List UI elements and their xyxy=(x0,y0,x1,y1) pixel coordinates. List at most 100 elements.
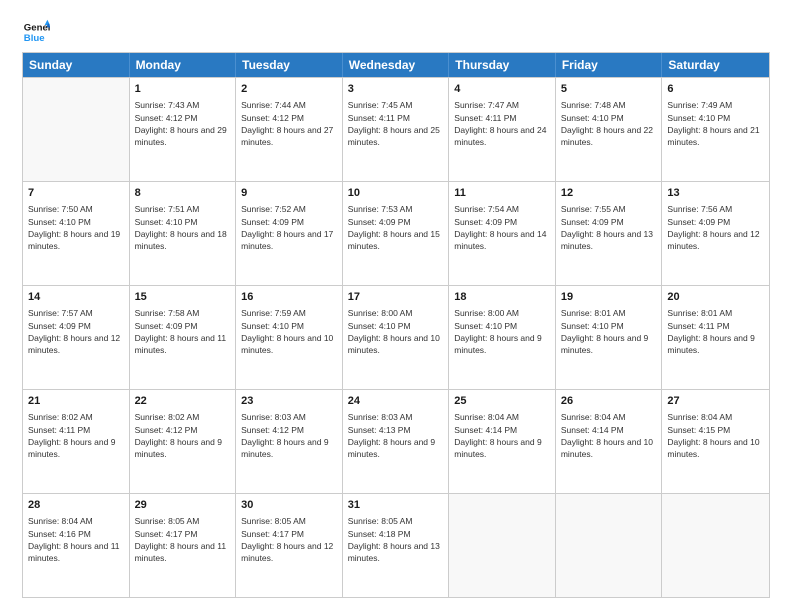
header-day-wednesday: Wednesday xyxy=(343,53,450,77)
day-number: 14 xyxy=(28,290,124,305)
day-number: 27 xyxy=(667,394,764,409)
cell-text: Sunrise: 8:04 AMSunset: 4:14 PMDaylight:… xyxy=(561,411,657,460)
day-number: 12 xyxy=(561,186,657,201)
cell-text: Sunrise: 7:58 AMSunset: 4:09 PMDaylight:… xyxy=(135,307,231,356)
day-number: 25 xyxy=(454,394,550,409)
calendar-cell-1-0: 7 Sunrise: 7:50 AMSunset: 4:10 PMDaylight… xyxy=(23,182,130,285)
day-number: 23 xyxy=(241,394,337,409)
cell-text: Sunrise: 7:44 AMSunset: 4:12 PMDaylight:… xyxy=(241,99,337,148)
cell-text: Sunrise: 7:43 AMSunset: 4:12 PMDaylight:… xyxy=(135,99,231,148)
calendar-cell-3-6: 27Sunrise: 8:04 AMSunset: 4:15 PMDayligh… xyxy=(662,390,769,493)
day-number: 22 xyxy=(135,394,231,409)
calendar-cell-2-1: 15 Sunrise: 7:58 AMSunset: 4:09 PMDayligh… xyxy=(130,286,237,389)
day-number: 15 xyxy=(135,290,231,305)
calendar-cell-2-5: 19Sunrise: 8:01 AMSunset: 4:10 PMDayligh… xyxy=(556,286,663,389)
day-number: 30 xyxy=(241,498,337,513)
calendar-cell-0-1: 1 Sunrise: 7:43 AMSunset: 4:12 PMDaylight… xyxy=(130,78,237,181)
day-number: 21 xyxy=(28,394,124,409)
cell-text: Sunrise: 7:55 AMSunset: 4:09 PMDaylight:… xyxy=(561,203,657,252)
calendar-cell-4-3: 31Sunrise: 8:05 AMSunset: 4:18 PMDayligh… xyxy=(343,494,450,597)
header: General Blue xyxy=(22,18,770,46)
calendar-cell-0-2: 2 Sunrise: 7:44 AMSunset: 4:12 PMDaylight… xyxy=(236,78,343,181)
calendar-cell-1-2: 9 Sunrise: 7:52 AMSunset: 4:09 PMDaylight… xyxy=(236,182,343,285)
cell-text: Sunrise: 8:03 AMSunset: 4:13 PMDaylight:… xyxy=(348,411,444,460)
cell-text: Sunrise: 8:05 AMSunset: 4:17 PMDaylight:… xyxy=(135,515,231,564)
day-number: 5 xyxy=(561,82,657,97)
day-number: 26 xyxy=(561,394,657,409)
calendar-cell-0-4: 4 Sunrise: 7:47 AMSunset: 4:11 PMDaylight… xyxy=(449,78,556,181)
calendar-row-1: 7 Sunrise: 7:50 AMSunset: 4:10 PMDaylight… xyxy=(23,181,769,285)
day-number: 13 xyxy=(667,186,764,201)
calendar-cell-0-0 xyxy=(23,78,130,181)
calendar: SundayMondayTuesdayWednesdayThursdayFrid… xyxy=(22,52,770,598)
day-number: 18 xyxy=(454,290,550,305)
calendar-cell-4-6 xyxy=(662,494,769,597)
cell-text: Sunrise: 8:00 AMSunset: 4:10 PMDaylight:… xyxy=(348,307,444,356)
cell-text: Sunrise: 8:05 AMSunset: 4:18 PMDaylight:… xyxy=(348,515,444,564)
cell-text: Sunrise: 8:02 AMSunset: 4:12 PMDaylight:… xyxy=(135,411,231,460)
cell-text: Sunrise: 8:04 AMSunset: 4:16 PMDaylight:… xyxy=(28,515,124,564)
cell-text: Sunrise: 7:49 AMSunset: 4:10 PMDaylight:… xyxy=(667,99,764,148)
day-number: 8 xyxy=(135,186,231,201)
cell-text: Sunrise: 7:54 AMSunset: 4:09 PMDaylight:… xyxy=(454,203,550,252)
logo-icon: General Blue xyxy=(22,18,50,46)
header-day-friday: Friday xyxy=(556,53,663,77)
header-day-monday: Monday xyxy=(130,53,237,77)
cell-text: Sunrise: 8:00 AMSunset: 4:10 PMDaylight:… xyxy=(454,307,550,356)
cell-text: Sunrise: 7:50 AMSunset: 4:10 PMDaylight:… xyxy=(28,203,124,252)
calendar-cell-1-6: 13 Sunrise: 7:56 AMSunset: 4:09 PMDayligh… xyxy=(662,182,769,285)
calendar-cell-3-1: 22 Sunrise: 8:02 AMSunset: 4:12 PMDayligh… xyxy=(130,390,237,493)
calendar-body: 1 Sunrise: 7:43 AMSunset: 4:12 PMDaylight… xyxy=(23,77,769,597)
calendar-header: SundayMondayTuesdayWednesdayThursdayFrid… xyxy=(23,53,769,77)
logo: General Blue xyxy=(22,18,54,46)
cell-text: Sunrise: 8:01 AMSunset: 4:11 PMDaylight:… xyxy=(667,307,764,356)
cell-text: Sunrise: 8:04 AMSunset: 4:14 PMDaylight:… xyxy=(454,411,550,460)
calendar-cell-2-4: 18 Sunrise: 8:00 AMSunset: 4:10 PMDayligh… xyxy=(449,286,556,389)
calendar-cell-4-0: 28 Sunrise: 8:04 AMSunset: 4:16 PMDayligh… xyxy=(23,494,130,597)
calendar-cell-3-0: 21 Sunrise: 8:02 AMSunset: 4:11 PMDayligh… xyxy=(23,390,130,493)
cell-text: Sunrise: 8:02 AMSunset: 4:11 PMDaylight:… xyxy=(28,411,124,460)
cell-text: Sunrise: 7:59 AMSunset: 4:10 PMDaylight:… xyxy=(241,307,337,356)
header-day-tuesday: Tuesday xyxy=(236,53,343,77)
header-day-saturday: Saturday xyxy=(662,53,769,77)
calendar-cell-2-3: 17Sunrise: 8:00 AMSunset: 4:10 PMDayligh… xyxy=(343,286,450,389)
cell-text: Sunrise: 8:03 AMSunset: 4:12 PMDaylight:… xyxy=(241,411,337,460)
day-number: 28 xyxy=(28,498,124,513)
calendar-cell-4-1: 29 Sunrise: 8:05 AMSunset: 4:17 PMDayligh… xyxy=(130,494,237,597)
day-number: 20 xyxy=(667,290,764,305)
day-number: 11 xyxy=(454,186,550,201)
calendar-row-4: 28 Sunrise: 8:04 AMSunset: 4:16 PMDayligh… xyxy=(23,493,769,597)
calendar-row-0: 1 Sunrise: 7:43 AMSunset: 4:12 PMDaylight… xyxy=(23,77,769,181)
calendar-row-3: 21 Sunrise: 8:02 AMSunset: 4:11 PMDayligh… xyxy=(23,389,769,493)
svg-text:Blue: Blue xyxy=(24,33,45,44)
cell-text: Sunrise: 8:01 AMSunset: 4:10 PMDaylight:… xyxy=(561,307,657,356)
day-number: 2 xyxy=(241,82,337,97)
day-number: 3 xyxy=(348,82,444,97)
calendar-cell-1-5: 12 Sunrise: 7:55 AMSunset: 4:09 PMDayligh… xyxy=(556,182,663,285)
day-number: 6 xyxy=(667,82,764,97)
cell-text: Sunrise: 7:53 AMSunset: 4:09 PMDaylight:… xyxy=(348,203,444,252)
calendar-cell-3-5: 26 Sunrise: 8:04 AMSunset: 4:14 PMDayligh… xyxy=(556,390,663,493)
calendar-cell-4-4 xyxy=(449,494,556,597)
cell-text: Sunrise: 7:51 AMSunset: 4:10 PMDaylight:… xyxy=(135,203,231,252)
cell-text: Sunrise: 7:47 AMSunset: 4:11 PMDaylight:… xyxy=(454,99,550,148)
calendar-cell-4-5 xyxy=(556,494,663,597)
header-day-sunday: Sunday xyxy=(23,53,130,77)
day-number: 4 xyxy=(454,82,550,97)
calendar-row-2: 14Sunrise: 7:57 AMSunset: 4:09 PMDayligh… xyxy=(23,285,769,389)
day-number: 7 xyxy=(28,186,124,201)
day-number: 1 xyxy=(135,82,231,97)
calendar-cell-1-4: 11 Sunrise: 7:54 AMSunset: 4:09 PMDayligh… xyxy=(449,182,556,285)
day-number: 29 xyxy=(135,498,231,513)
cell-text: Sunrise: 7:52 AMSunset: 4:09 PMDaylight:… xyxy=(241,203,337,252)
calendar-cell-2-2: 16 Sunrise: 7:59 AMSunset: 4:10 PMDayligh… xyxy=(236,286,343,389)
calendar-cell-2-0: 14Sunrise: 7:57 AMSunset: 4:09 PMDayligh… xyxy=(23,286,130,389)
day-number: 16 xyxy=(241,290,337,305)
calendar-cell-3-3: 24Sunrise: 8:03 AMSunset: 4:13 PMDayligh… xyxy=(343,390,450,493)
calendar-cell-3-2: 23 Sunrise: 8:03 AMSunset: 4:12 PMDayligh… xyxy=(236,390,343,493)
cell-text: Sunrise: 7:56 AMSunset: 4:09 PMDaylight:… xyxy=(667,203,764,252)
cell-text: Sunrise: 8:05 AMSunset: 4:17 PMDaylight:… xyxy=(241,515,337,564)
calendar-cell-2-6: 20 Sunrise: 8:01 AMSunset: 4:11 PMDayligh… xyxy=(662,286,769,389)
day-number: 9 xyxy=(241,186,337,201)
page: General Blue SundayMondayTuesdayWednesda… xyxy=(0,0,792,612)
